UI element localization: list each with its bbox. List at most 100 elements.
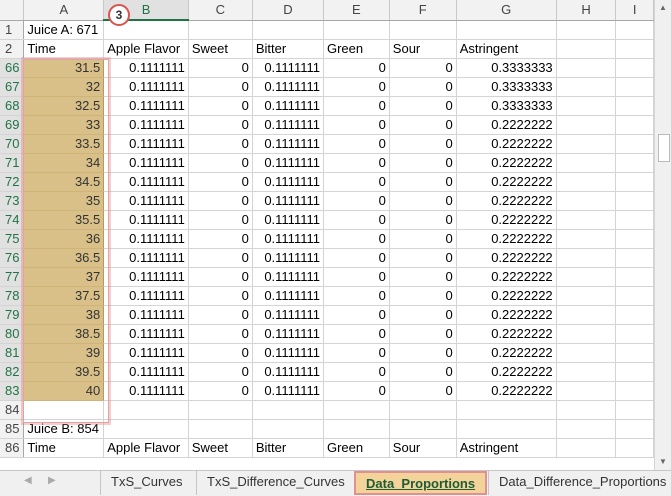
cell[interactable] — [615, 267, 654, 287]
cell[interactable] — [615, 77, 654, 97]
row-header[interactable]: 75 — [0, 229, 25, 249]
cell[interactable] — [615, 210, 654, 230]
cell[interactable] — [556, 324, 617, 344]
row-header[interactable]: 83 — [0, 381, 25, 401]
cell[interactable] — [615, 229, 654, 249]
sweet-cell[interactable]: 0 — [188, 210, 253, 230]
time-cell[interactable]: 36 — [23, 229, 105, 249]
cell[interactable] — [556, 400, 617, 420]
apple-flavor-cell[interactable]: 0.1111111 — [103, 210, 189, 230]
cell[interactable] — [556, 286, 617, 306]
row-header[interactable]: 85 — [0, 419, 25, 439]
cell[interactable]: Apple Flavor — [103, 438, 189, 458]
cell[interactable]: Bitter — [252, 39, 324, 59]
bitter-cell[interactable]: 0.1111111 — [252, 324, 324, 344]
cell[interactable]: Sweet — [188, 39, 253, 59]
sweet-cell[interactable]: 0 — [188, 362, 253, 382]
sweet-cell[interactable]: 0 — [188, 324, 253, 344]
cell[interactable] — [556, 191, 617, 211]
sweet-cell[interactable]: 0 — [188, 305, 253, 325]
row-header[interactable]: 74 — [0, 210, 25, 230]
cell[interactable] — [615, 362, 654, 382]
bitter-cell[interactable]: 0.1111111 — [252, 134, 324, 154]
cell[interactable] — [252, 400, 324, 420]
cell[interactable] — [23, 400, 105, 420]
bitter-cell[interactable]: 0.1111111 — [252, 96, 324, 116]
astringent-cell[interactable]: 0.3333333 — [456, 96, 557, 116]
sour-cell[interactable]: 0 — [389, 210, 457, 230]
row-header[interactable]: 66 — [0, 58, 25, 78]
spreadsheet-grid[interactable]: A B C D E F G H I 1 Juice A: 671 2 Time Apple Flavor S… — [0, 0, 654, 470]
sheet-tab-txs-curves[interactable]: TxS_Curves — [100, 471, 193, 495]
cell[interactable]: Sour — [389, 39, 457, 59]
row-header[interactable]: 69 — [0, 115, 25, 135]
sweet-cell[interactable]: 0 — [188, 172, 253, 192]
vertical-scrollbar[interactable]: ▲ ▼ — [654, 0, 671, 470]
column-header-g[interactable]: G — [456, 0, 557, 21]
bitter-cell[interactable]: 0.1111111 — [252, 286, 324, 306]
astringent-cell[interactable]: 0.2222222 — [456, 134, 557, 154]
sheet-tab-data-difference-proportions[interactable]: Data_Difference_Proportions — [488, 471, 671, 495]
cell[interactable] — [389, 20, 457, 40]
cell[interactable] — [615, 96, 654, 116]
time-cell[interactable]: 32 — [23, 77, 105, 97]
astringent-cell[interactable]: 0.2222222 — [456, 305, 557, 325]
apple-flavor-cell[interactable]: 0.1111111 — [103, 134, 189, 154]
green-cell[interactable]: 0 — [323, 58, 390, 78]
apple-flavor-cell[interactable]: 0.1111111 — [103, 286, 189, 306]
row-header[interactable]: 79 — [0, 305, 25, 325]
row-header[interactable]: 72 — [0, 172, 25, 192]
cell[interactable] — [556, 229, 617, 249]
apple-flavor-cell[interactable]: 0.1111111 — [103, 267, 189, 287]
green-cell[interactable]: 0 — [323, 210, 390, 230]
cell[interactable] — [188, 20, 253, 40]
cell[interactable] — [556, 20, 617, 40]
cell[interactable] — [252, 20, 324, 40]
green-cell[interactable]: 0 — [323, 248, 390, 268]
cell[interactable]: Bitter — [252, 438, 324, 458]
astringent-cell[interactable]: 0.2222222 — [456, 191, 557, 211]
time-cell[interactable]: 37 — [23, 267, 105, 287]
row-header[interactable]: 81 — [0, 343, 25, 363]
select-all-corner[interactable] — [0, 0, 25, 21]
cell[interactable]: Juice B: 854 — [23, 419, 105, 439]
cell[interactable] — [615, 58, 654, 78]
apple-flavor-cell[interactable]: 0.1111111 — [103, 362, 189, 382]
next-sheet-icon[interactable]: ▶ — [48, 475, 56, 486]
sour-cell[interactable]: 0 — [389, 362, 457, 382]
cell[interactable] — [456, 20, 557, 40]
row-header[interactable]: 68 — [0, 96, 25, 116]
sweet-cell[interactable]: 0 — [188, 286, 253, 306]
green-cell[interactable]: 0 — [323, 324, 390, 344]
column-header-e[interactable]: E — [323, 0, 390, 21]
astringent-cell[interactable]: 0.2222222 — [456, 362, 557, 382]
row-header[interactable]: 82 — [0, 362, 25, 382]
cell[interactable] — [615, 39, 654, 59]
row-header[interactable]: 2 — [0, 39, 25, 59]
cell[interactable] — [556, 153, 617, 173]
astringent-cell[interactable]: 0.2222222 — [456, 153, 557, 173]
cell[interactable] — [252, 419, 324, 439]
astringent-cell[interactable]: 0.2222222 — [456, 324, 557, 344]
cell[interactable] — [615, 324, 654, 344]
cell[interactable] — [323, 20, 390, 40]
cell[interactable] — [556, 58, 617, 78]
apple-flavor-cell[interactable]: 0.1111111 — [103, 96, 189, 116]
apple-flavor-cell[interactable]: 0.1111111 — [103, 191, 189, 211]
green-cell[interactable]: 0 — [323, 134, 390, 154]
sour-cell[interactable]: 0 — [389, 172, 457, 192]
cell[interactable]: Sour — [389, 438, 457, 458]
bitter-cell[interactable]: 0.1111111 — [252, 77, 324, 97]
green-cell[interactable]: 0 — [323, 305, 390, 325]
green-cell[interactable]: 0 — [323, 191, 390, 211]
sour-cell[interactable]: 0 — [389, 381, 457, 401]
cell[interactable]: Time — [23, 438, 105, 458]
sour-cell[interactable]: 0 — [389, 153, 457, 173]
time-cell[interactable]: 38.5 — [23, 324, 105, 344]
time-cell[interactable]: 38 — [23, 305, 105, 325]
sour-cell[interactable]: 0 — [389, 191, 457, 211]
cell[interactable] — [615, 438, 654, 458]
time-cell[interactable]: 37.5 — [23, 286, 105, 306]
astringent-cell[interactable]: 0.2222222 — [456, 210, 557, 230]
cell[interactable] — [556, 438, 617, 458]
